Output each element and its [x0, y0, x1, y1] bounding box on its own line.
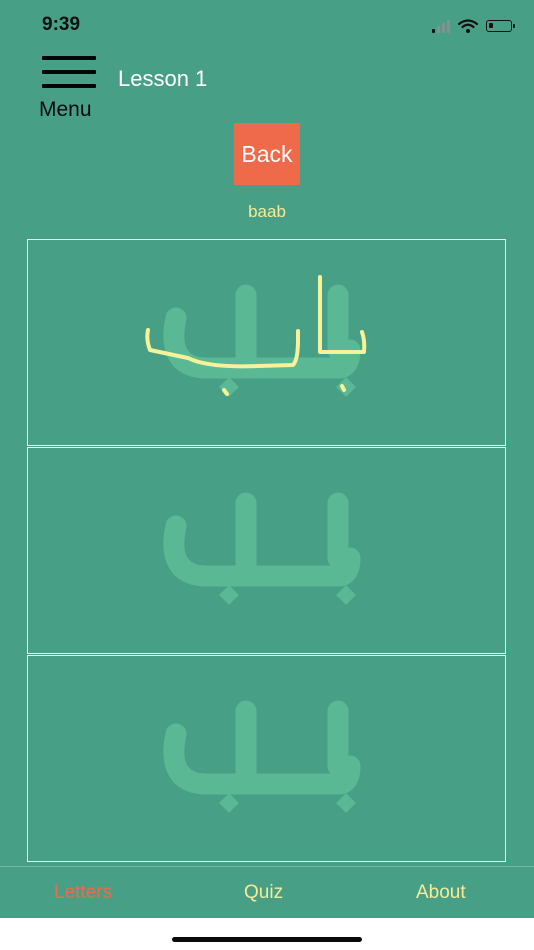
- guide-dot-icon: [219, 377, 239, 397]
- tracing-panel-2[interactable]: [27, 447, 506, 654]
- guide-word-svg: [163, 492, 361, 605]
- guide-word-svg: [145, 275, 367, 397]
- battery-icon: [486, 20, 515, 32]
- word-transliteration: baab: [248, 202, 286, 221]
- tab-letters[interactable]: Letters: [54, 882, 112, 904]
- menu-button[interactable]: Menu: [38, 56, 108, 124]
- guide-letter-baa: [163, 515, 361, 587]
- guide-dot-icon: [336, 585, 356, 605]
- hamburger-menu-icon: [42, 56, 96, 90]
- guide-dot-icon: [219, 585, 239, 605]
- cellular-signal-icon: [432, 19, 450, 33]
- tab-about[interactable]: About: [416, 882, 466, 904]
- guide-word-svg: [163, 700, 361, 813]
- lesson-title: Lesson 1: [118, 66, 208, 91]
- wifi-icon: [458, 19, 478, 33]
- guide-letter-baa: [163, 723, 361, 795]
- guide-dot-icon: [336, 793, 356, 813]
- tracing-panel-1[interactable]: [27, 239, 506, 446]
- home-indicator-area: [0, 918, 534, 950]
- guide-dot-icon: [336, 377, 356, 397]
- tab-quiz[interactable]: Quiz: [244, 882, 283, 904]
- bottom-tab-bar: Letters Quiz About: [0, 866, 534, 919]
- status-time: 9:39: [42, 14, 81, 35]
- tracing-panel-3[interactable]: [27, 655, 506, 862]
- guide-dot-icon: [219, 793, 239, 813]
- home-indicator[interactable]: [172, 937, 362, 942]
- app-screen: 9:39 Menu Lesson 1 Back baab Letters Qui…: [0, 0, 534, 950]
- status-icons: [432, 16, 515, 36]
- menu-label: Menu: [39, 98, 92, 121]
- back-button[interactable]: Back: [234, 123, 300, 185]
